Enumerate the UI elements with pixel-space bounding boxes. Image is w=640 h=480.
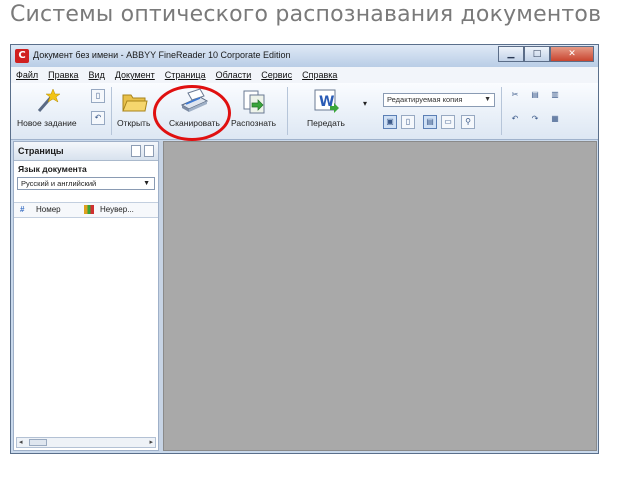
scroll-right-icon[interactable]: ▸ <box>149 438 153 447</box>
menu-bar: Файл Правка Вид Документ Страница Област… <box>11 67 598 83</box>
undo-icon[interactable]: ↶ <box>508 113 522 127</box>
menu-view[interactable]: Вид <box>84 70 110 80</box>
recognize-button[interactable]: Распознать <box>231 87 276 135</box>
view-split-icon[interactable]: ▤ <box>423 115 437 129</box>
menu-tools[interactable]: Сервис <box>256 70 297 80</box>
scan-highlight-circle <box>153 85 231 141</box>
copy-small-icon[interactable]: ▯ <box>91 89 105 103</box>
pane-header-icons <box>131 145 154 157</box>
new-task-label: Новое задание <box>17 118 77 128</box>
app-window: C Документ без имени - ABBYY FineReader … <box>10 44 599 454</box>
toolbar-separator <box>501 87 502 135</box>
hash-column-icon[interactable]: # <box>20 205 24 214</box>
open-label: Открыть <box>117 118 151 128</box>
word-icon: W <box>312 87 340 115</box>
menu-edit[interactable]: Правка <box>43 70 83 80</box>
menu-areas[interactable]: Области <box>211 70 257 80</box>
document-language-label: Язык документа <box>18 164 87 174</box>
redo-icon[interactable]: ↷ <box>528 113 542 127</box>
tools-icon[interactable]: ⚲ <box>461 115 475 129</box>
recognize-icon <box>240 87 268 115</box>
number-column-header[interactable]: Номер <box>36 205 61 214</box>
uncertain-column-header[interactable]: Неувер... <box>100 205 134 214</box>
window-controls: ▁ □ ✕ <box>498 46 594 62</box>
menu-help[interactable]: Справка <box>297 70 342 80</box>
pages-pane-header: Страницы <box>14 142 158 161</box>
recognize-label: Распознать <box>231 118 277 128</box>
pages-column-header: # Номер Неувер... <box>14 202 158 218</box>
page-add-icon[interactable] <box>131 145 141 157</box>
wand-icon <box>33 87 61 115</box>
menu-page[interactable]: Страница <box>160 70 211 80</box>
scroll-left-icon[interactable]: ◂ <box>19 438 23 447</box>
view-page-icon[interactable]: ▣ <box>383 115 397 129</box>
send-button[interactable]: W Передать <box>307 87 345 135</box>
close-button[interactable]: ✕ <box>550 46 594 62</box>
view-text-icon[interactable]: ▯ <box>401 115 415 129</box>
confidence-bars-icon <box>84 205 94 214</box>
folder-open-icon <box>120 87 148 115</box>
send-label: Передать <box>307 118 345 128</box>
paste-icon[interactable]: ▥ <box>548 89 562 103</box>
toolbar-separator <box>287 87 288 135</box>
undo-small-icon[interactable]: ↶ <box>91 111 105 125</box>
page-options-icon[interactable] <box>144 145 154 157</box>
pages-pane-title: Страницы <box>18 146 64 156</box>
chevron-down-icon: ▼ <box>143 180 150 187</box>
scroll-thumb[interactable] <box>29 439 47 446</box>
pages-pane: Страницы Язык документа Русский и англий… <box>13 141 159 451</box>
send-dropdown-arrow[interactable]: ▾ <box>363 99 367 115</box>
minimize-button[interactable]: ▁ <box>498 46 524 62</box>
pages-horizontal-scrollbar[interactable]: ◂ ▸ <box>16 437 156 448</box>
document-language-value: Русский и английский <box>21 179 97 188</box>
save-icon[interactable]: ▦ <box>548 113 562 127</box>
mode-select[interactable]: Редактируемая копия ▼ <box>383 93 495 107</box>
title-bar: C Документ без имени - ABBYY FineReader … <box>11 45 598 67</box>
maximize-button[interactable]: □ <box>524 46 550 62</box>
cut-icon[interactable]: ✂ <box>508 89 522 103</box>
copy-icon[interactable]: ▤ <box>528 89 542 103</box>
document-language-select[interactable]: Русский и английский ▼ <box>17 177 155 190</box>
abbyy-app-icon: C <box>15 49 29 63</box>
view-zoom-icon[interactable]: ▭ <box>441 115 455 129</box>
window-title: Документ без имени - ABBYY FineReader 10… <box>33 50 291 60</box>
menu-document[interactable]: Документ <box>110 70 160 80</box>
mode-select-value: Редактируемая копия <box>387 95 463 104</box>
image-workspace[interactable] <box>163 141 597 451</box>
toolbar-separator <box>111 87 112 135</box>
chevron-down-icon: ▼ <box>484 96 491 103</box>
main-toolbar: Новое задание ▯ ↶ Открыть Сканировать Ра… <box>11 83 598 140</box>
open-button[interactable]: Открыть <box>117 87 150 135</box>
slide-title: Системы оптического распознавания докуме… <box>10 2 602 27</box>
menu-file[interactable]: Файл <box>11 70 43 80</box>
new-task-button[interactable]: Новое задание <box>17 87 77 135</box>
